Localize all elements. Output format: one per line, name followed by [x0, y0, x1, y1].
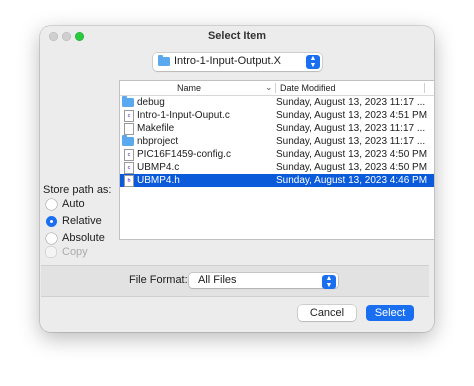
column-divider[interactable] — [275, 83, 276, 93]
file-format-popup[interactable]: All Files ▲ ▼ — [189, 273, 338, 289]
select-item-dialog: Select Item Intro-1-Input-Output.X ▲ ▼ Na… — [40, 26, 434, 332]
folder-location-popup[interactable]: Intro-1-Input-Output.X ▲ ▼ — [153, 53, 322, 71]
radio-label: Relative — [62, 215, 102, 227]
folder-icon — [122, 96, 134, 108]
file-row[interactable]: h UBMP4.h Sunday, August 13, 2023 4:46 PM — [120, 174, 434, 187]
column-divider[interactable] — [424, 83, 425, 93]
file-name: UBMP4.c — [137, 162, 180, 173]
folder-icon — [122, 135, 134, 147]
folder-row[interactable]: nbproject Sunday, August 13, 2023 11:17 .… — [120, 135, 434, 148]
file-name: nbproject — [137, 136, 179, 147]
column-header-date-modified[interactable]: Date Modified — [280, 83, 336, 93]
file-icon — [122, 123, 134, 135]
file-row[interactable]: c PIC16F1459-config.c Sunday, August 13, 2… — [120, 148, 434, 161]
folder-icon — [158, 55, 170, 66]
title-bar[interactable]: Select Item — [40, 26, 434, 48]
chevron-down-icon[interactable]: ⌄ — [265, 82, 273, 93]
file-date: Sunday, August 13, 2023 4:50 PM — [276, 149, 428, 160]
file-name: Intro-1-Input-Ouput.c — [137, 110, 230, 121]
file-date: Sunday, August 13, 2023 4:46 PM — [276, 175, 428, 186]
radio-label: Auto — [62, 198, 85, 210]
dialog-title: Select Item — [207, 30, 267, 42]
file-row[interactable]: Makefile Sunday, August 13, 2023 11:17 ..… — [120, 122, 434, 135]
radio-button[interactable] — [46, 233, 57, 244]
file-name: debug — [137, 97, 165, 108]
radio-label: Absolute — [62, 232, 105, 244]
c-file-icon: c — [122, 149, 134, 161]
chevron-updown-icon: ▲ ▼ — [322, 275, 336, 289]
copy-label: Copy — [62, 246, 88, 258]
file-format-value: All Files — [198, 274, 237, 286]
store-path-label: Store path as: — [43, 184, 112, 196]
file-list[interactable]: Name ⌄ Date Modified debug Sunday, August… — [119, 80, 434, 240]
file-list-header: Name ⌄ Date Modified — [120, 81, 434, 96]
column-header-name[interactable]: Name — [177, 83, 201, 93]
folder-location-label: Intro-1-Input-Output.X — [174, 55, 281, 67]
select-button[interactable]: Select — [366, 305, 414, 321]
file-date: Sunday, August 13, 2023 11:17 ... — [276, 136, 426, 147]
file-date: Sunday, August 13, 2023 4:51 PM — [276, 110, 428, 121]
chevron-updown-icon: ▲ ▼ — [306, 55, 320, 69]
file-row[interactable]: c Intro-1-Input-Ouput.c Sunday, August 13,… — [120, 109, 434, 122]
c-file-icon: c — [122, 162, 134, 174]
file-date: Sunday, August 13, 2023 11:17 ... — [276, 123, 426, 134]
radio-button[interactable] — [46, 199, 57, 210]
folder-row[interactable]: debug Sunday, August 13, 2023 11:17 ... — [120, 96, 434, 109]
file-date: Sunday, August 13, 2023 11:17 ... — [276, 97, 426, 108]
file-row[interactable]: c UBMP4.c Sunday, August 13, 2023 4:50 PM — [120, 161, 434, 174]
checkbox-icon — [46, 247, 56, 257]
file-name: PIC16F1459-config.c — [137, 149, 231, 160]
radio-button[interactable] — [46, 216, 57, 227]
file-format-label: File Format: — [129, 274, 188, 286]
file-date: Sunday, August 13, 2023 4:50 PM — [276, 162, 428, 173]
cancel-button[interactable]: Cancel — [298, 305, 356, 321]
file-name: UBMP4.h — [137, 175, 180, 186]
file-name: Makefile — [137, 123, 175, 134]
h-file-icon: h — [122, 175, 134, 187]
c-file-icon: c — [122, 110, 134, 122]
